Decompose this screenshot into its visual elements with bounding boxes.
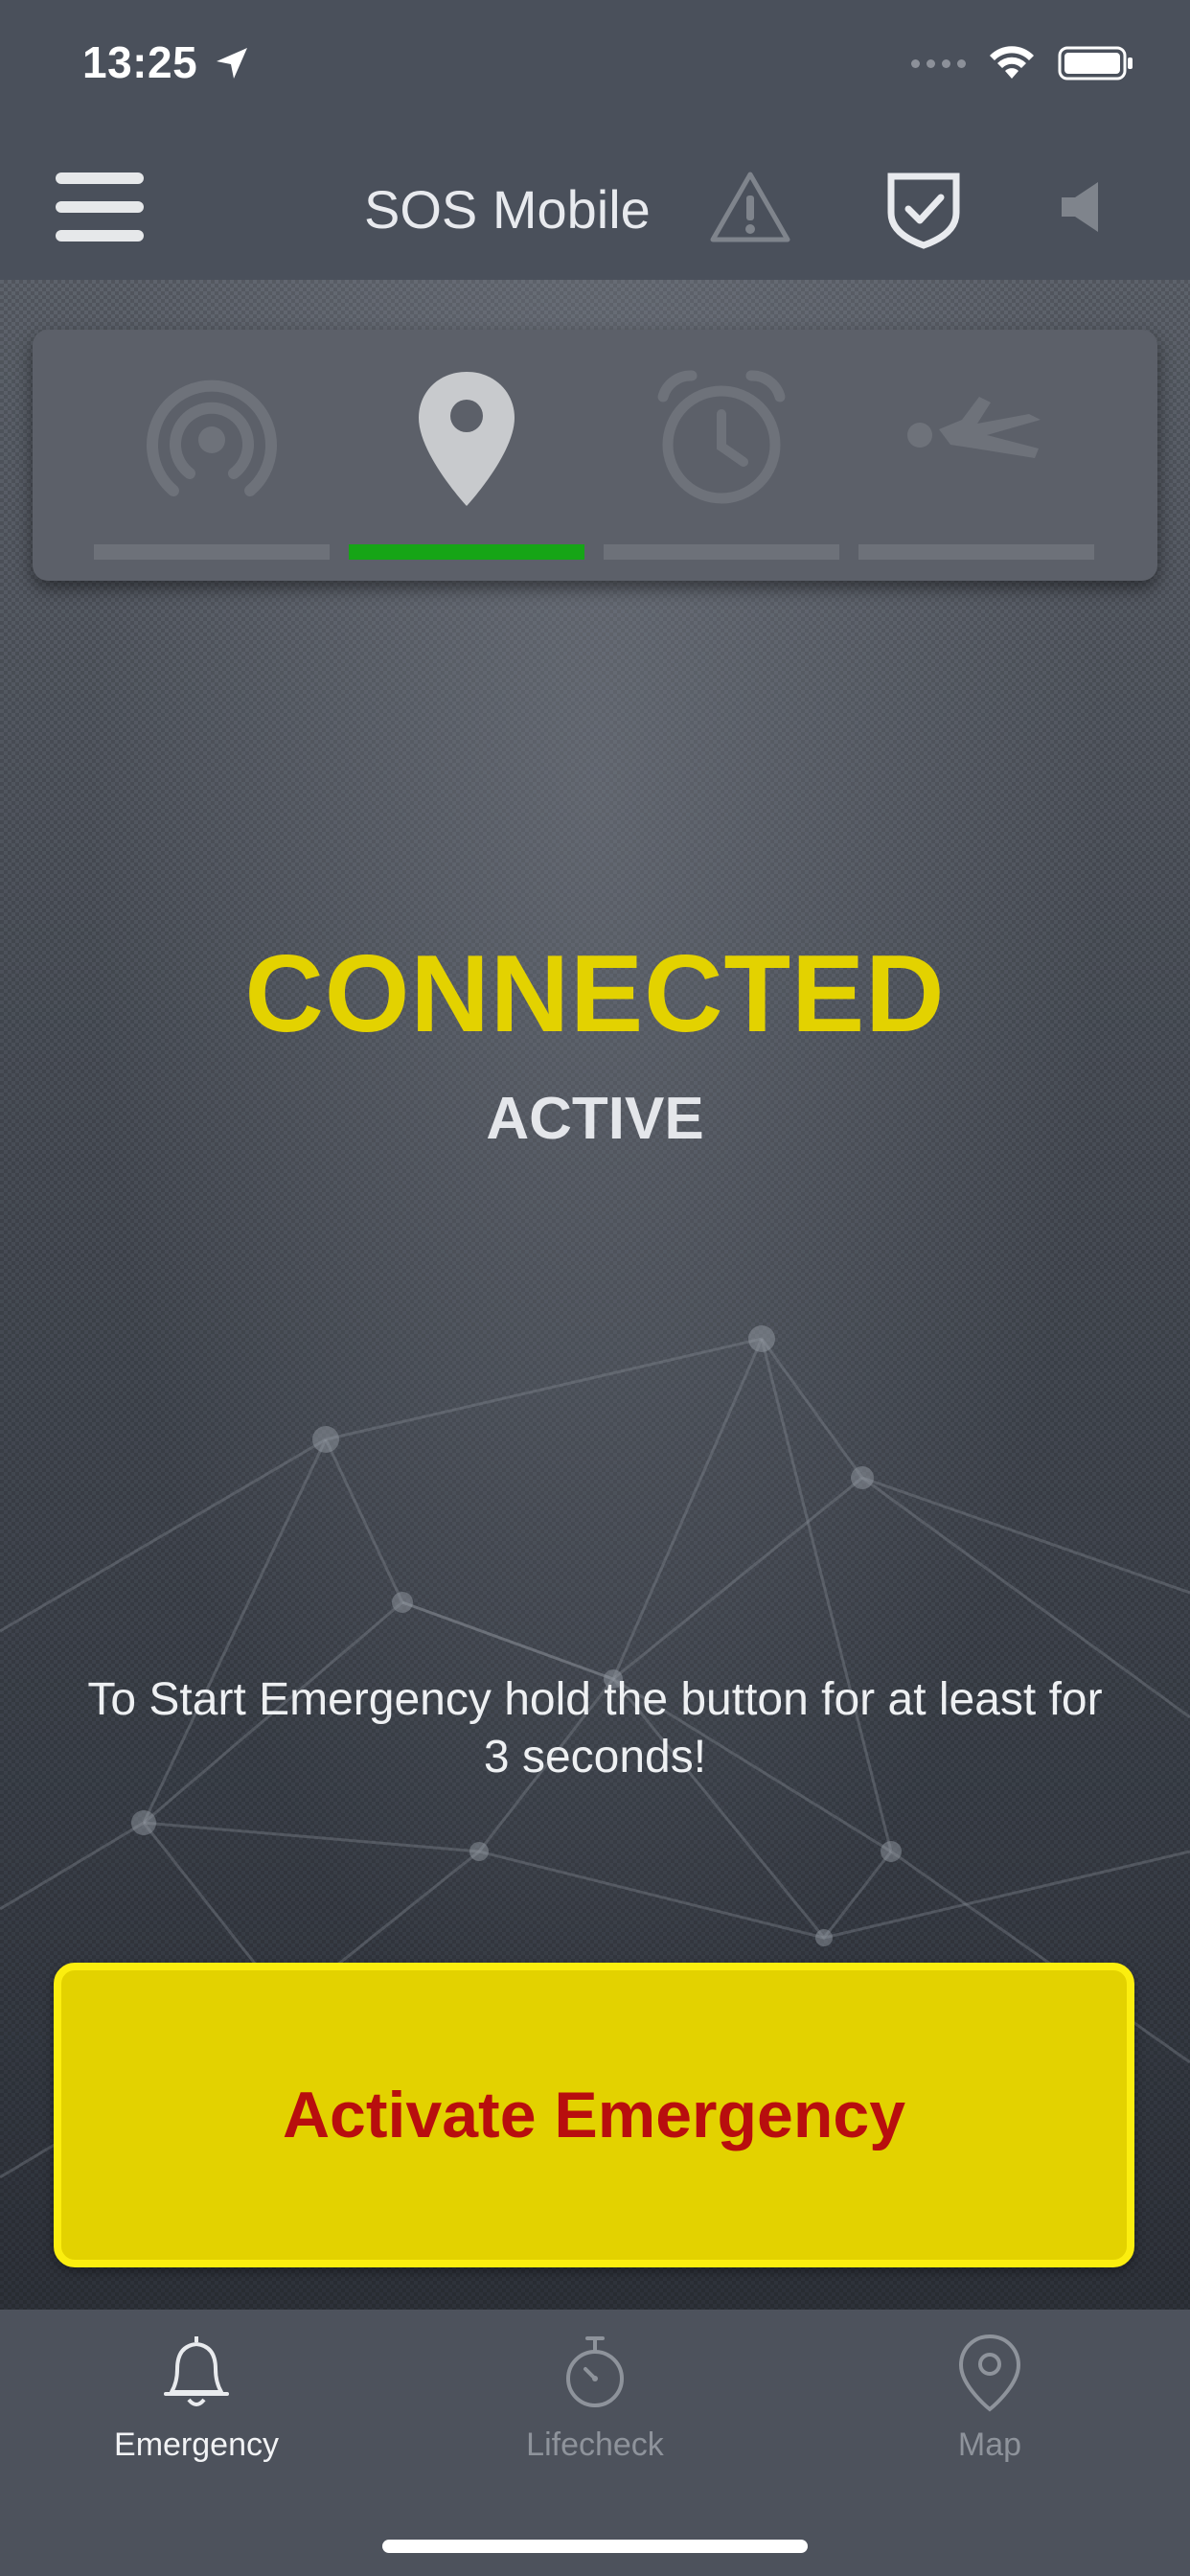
indicator-location	[349, 368, 584, 560]
indicator-bar-broadcast	[94, 544, 330, 560]
app-title: SOS Mobile	[364, 179, 651, 240]
menu-icon[interactable]	[56, 172, 148, 242]
bell-icon	[164, 2336, 229, 2406]
activate-emergency-button[interactable]: Activate Emergency	[54, 1963, 1134, 2267]
tab-map[interactable]: Map	[846, 2333, 1133, 2476]
tab-emergency-label: Emergency	[114, 2426, 279, 2463]
activate-emergency-label: Activate Emergency	[282, 2079, 906, 2151]
indicator-broadcast	[94, 368, 330, 560]
shield-check-icon[interactable]	[885, 169, 962, 249]
home-indicator[interactable]	[382, 2540, 808, 2553]
tab-lifecheck-label: Lifecheck	[526, 2426, 664, 2463]
indicator-bar-alarm	[604, 544, 839, 560]
status-bar: 13:25	[0, 0, 1190, 134]
indicator-bar-location	[349, 544, 584, 560]
main-content: CONNECTED ACTIVE To Start Emergency hold…	[0, 280, 1190, 2310]
warning-icon[interactable]	[707, 169, 793, 245]
tab-emergency[interactable]: Emergency	[53, 2333, 340, 2476]
wifi-icon	[990, 46, 1034, 79]
man-down-icon	[907, 397, 1041, 458]
location-arrow-icon	[217, 48, 247, 79]
location-pin-icon	[419, 372, 515, 506]
tab-map-label: Map	[957, 2426, 1022, 2463]
indicator-bar-man-down	[858, 544, 1094, 560]
status-indicator-card	[33, 330, 1157, 581]
battery-icon	[1058, 46, 1133, 80]
tab-bar: Emergency Lifecheck Map	[0, 2310, 1190, 2576]
map-pin-icon	[958, 2334, 1021, 2412]
indicator-man-down	[858, 368, 1094, 560]
alarm-clock-icon	[657, 370, 786, 504]
tab-lifecheck[interactable]: Lifecheck	[451, 2333, 739, 2476]
connection-status: CONNECTED	[244, 933, 946, 1055]
cellular-signal-icon	[911, 58, 966, 68]
stopwatch-icon	[566, 2336, 624, 2407]
speaker-icon[interactable]	[1058, 178, 1104, 236]
broadcast-icon	[147, 380, 277, 496]
status-time: 13:25	[82, 37, 198, 87]
connection-substatus: ACTIVE	[486, 1086, 704, 1152]
status-indicators	[911, 44, 1134, 82]
indicator-alarm	[604, 368, 839, 560]
emergency-hint: To Start Emergency hold the button for a…	[87, 1674, 1103, 1782]
navigation-bar: SOS Mobile	[0, 134, 1190, 282]
